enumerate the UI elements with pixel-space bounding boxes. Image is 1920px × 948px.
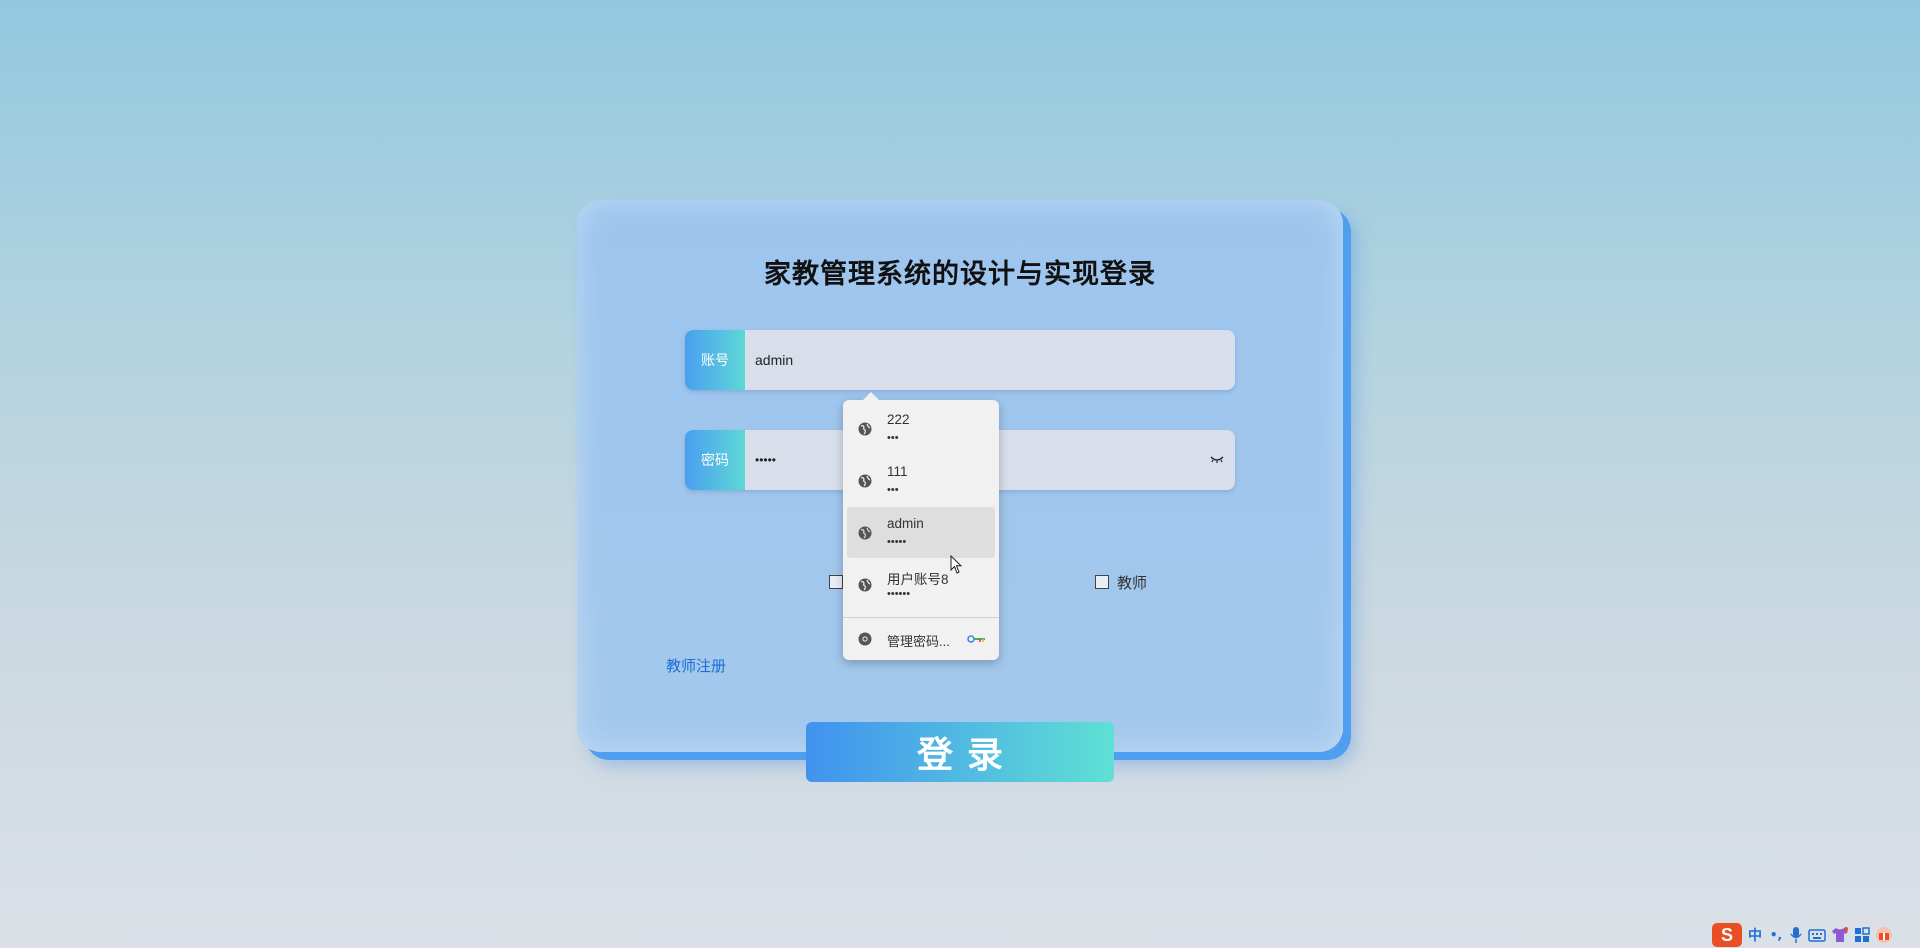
account-input[interactable]: admin: [755, 330, 1195, 390]
autofill-item[interactable]: 222 •••: [847, 403, 995, 454]
login-button[interactable]: 登录: [806, 722, 1114, 782]
role-teacher-checkbox[interactable]: [1095, 575, 1109, 589]
shirt-icon[interactable]: [1831, 927, 1849, 943]
sogou-ime-logo[interactable]: S: [1712, 923, 1742, 947]
chrome-icon: [858, 632, 872, 646]
role-teacher-option[interactable]: 教师: [1095, 572, 1147, 592]
manage-passwords-item[interactable]: 管理密码...: [847, 622, 995, 656]
autofill-password: •••••: [887, 536, 907, 548]
key-icon: [967, 635, 985, 643]
account-field[interactable]: 账号 admin: [685, 330, 1235, 390]
keyboard-icon[interactable]: [1808, 928, 1826, 942]
password-label: 密码: [685, 430, 745, 490]
account-label: 账号: [685, 330, 745, 390]
mouse-cursor-icon: [950, 555, 963, 574]
grid-icon[interactable]: [1854, 927, 1870, 943]
autofill-password: •••: [887, 432, 899, 444]
punctuation-toggle[interactable]: •,: [1768, 926, 1784, 944]
page-title: 家教管理系统的设计与实现登录: [764, 259, 1156, 290]
globe-icon: [858, 578, 872, 592]
ime-mode-toggle[interactable]: 中: [1747, 926, 1763, 944]
globe-icon: [858, 422, 872, 436]
eye-closed-icon[interactable]: [1209, 452, 1225, 466]
autofill-username: 用户账号8: [887, 572, 949, 587]
role-teacher-label: 教师: [1117, 573, 1148, 592]
manage-passwords-label: 管理密码...: [887, 634, 950, 649]
globe-icon: [858, 526, 872, 540]
role-admin-checkbox[interactable]: [829, 575, 843, 589]
autofill-password: ••••••: [887, 588, 911, 600]
ime-toolbar: S 中 •,: [1712, 922, 1920, 948]
dropdown-caret: [863, 392, 879, 400]
autofill-password: •••: [887, 484, 899, 496]
autofill-username: admin: [887, 516, 924, 531]
globe-icon: [858, 474, 872, 488]
autofill-item[interactable]: 用户账号8 ••••••: [847, 559, 995, 610]
autofill-item[interactable]: admin •••••: [847, 507, 995, 558]
divider: [843, 617, 999, 618]
autofill-item[interactable]: 111 •••: [847, 455, 995, 506]
autofill-username: 111: [887, 464, 908, 479]
gift-icon[interactable]: [1875, 926, 1893, 944]
autofill-dropdown: 222 ••• 111 ••• admin ••••• 用户账号8 ••••••: [843, 392, 999, 660]
autofill-username: 222: [887, 412, 910, 427]
teacher-register-link[interactable]: 教师注册: [666, 655, 726, 676]
microphone-icon[interactable]: [1789, 926, 1803, 944]
